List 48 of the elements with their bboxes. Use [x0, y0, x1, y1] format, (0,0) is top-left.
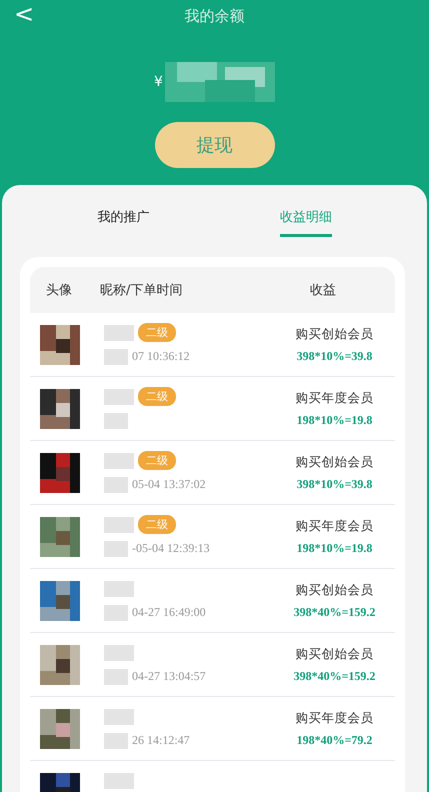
- blurred-name: [104, 708, 134, 724]
- purchase-type: 购买年度会员: [296, 710, 374, 726]
- blurred-date: [104, 604, 128, 620]
- purchase-type: 购买创始会员: [296, 326, 374, 342]
- level-badge: 二级: [138, 515, 176, 534]
- earning-amount: 398*40%=159.2: [294, 604, 376, 620]
- blurred-date: [104, 412, 128, 428]
- blurred-name: [104, 324, 134, 340]
- level-badge: 二级: [138, 323, 176, 342]
- blurred-name: [104, 452, 134, 468]
- tab[interactable]: 我的推广: [97, 207, 150, 237]
- blurred-name: [104, 388, 134, 404]
- column-header: 收益: [310, 282, 336, 299]
- back-button[interactable]: <: [10, 0, 38, 28]
- page-title: 我的余额: [184, 6, 244, 26]
- earning-amount: 398*40%=159.2: [294, 668, 376, 684]
- blurred-name: [104, 644, 134, 660]
- purchase-type: 购买年度会员: [296, 518, 374, 534]
- purchase-type: 购买创始会员: [296, 454, 374, 470]
- blurred-date: [104, 476, 128, 492]
- earning-amount: 198*10%=19.8: [296, 412, 372, 428]
- order-time: 04-27 13:04:57: [132, 669, 206, 684]
- blurred-date: [104, 668, 128, 684]
- order-time: -05-04 12:39:13: [132, 541, 210, 556]
- blurred-name: [104, 580, 134, 596]
- order-time: 04-27 16:49:00: [132, 605, 206, 620]
- level-badge: 二级: [138, 387, 176, 406]
- purchase-type: 购买创始会员: [296, 646, 374, 662]
- earning-amount: 198*40%=79.2: [296, 732, 372, 748]
- column-header: 头像: [46, 282, 73, 299]
- order-time: 05-04 13:37:02: [132, 477, 206, 492]
- purchase-type: 购买年度会员: [296, 390, 374, 406]
- purchase-type: 购买创始会员: [296, 582, 374, 598]
- blurred-date: [104, 732, 128, 748]
- blurred-date: [104, 348, 128, 364]
- blurred-name: [104, 516, 134, 532]
- withdraw-button[interactable]: 提现: [154, 122, 274, 168]
- level-badge: 二级: [138, 451, 176, 470]
- blurred-date: [104, 540, 128, 556]
- earning-amount: 398*10%=39.8: [296, 476, 372, 492]
- earning-amount: 198*10%=19.8: [296, 540, 372, 556]
- tab[interactable]: 收益明细: [280, 207, 332, 237]
- currency-symbol: ¥: [154, 74, 163, 90]
- column-header: 昵称/下单时间: [100, 282, 184, 299]
- order-time: 26 14:12:47: [132, 733, 190, 748]
- earning-amount: 398*10%=39.8: [296, 348, 372, 364]
- order-time: 07 10:36:12: [132, 349, 190, 364]
- blurred-name: [104, 772, 134, 788]
